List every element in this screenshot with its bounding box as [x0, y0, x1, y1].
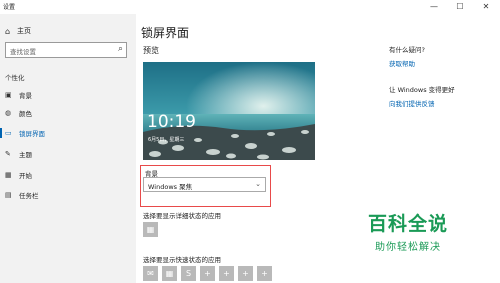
- sidebar-item-taskbar[interactable]: ▤ 任务栏: [0, 188, 136, 202]
- maximize-button[interactable]: ☐: [447, 0, 473, 14]
- quick-status-add-button[interactable]: +: [238, 266, 253, 281]
- sidebar: ⌂ 主页 查找设置 ⌕ 个性化 ▣ 背景 ◍ 颜色 ▭ 锁屏界面 ✎ 主题 ▦ …: [0, 14, 136, 283]
- skype-icon: S: [185, 269, 192, 278]
- get-help-link[interactable]: 获取帮助: [389, 58, 425, 68]
- picture-icon: ▣: [5, 91, 12, 99]
- lock-screen-time: 10:19: [147, 112, 196, 132]
- lock-screen-icon: ▭: [5, 129, 12, 137]
- quick-status-app-calendar[interactable]: ▦: [162, 266, 177, 281]
- search-input[interactable]: 查找设置 ⌕: [5, 42, 127, 58]
- plus-icon: +: [204, 269, 211, 278]
- background-dropdown[interactable]: Windows 聚焦 ⌄: [143, 177, 266, 192]
- sidebar-item-background[interactable]: ▣ 背景: [0, 88, 136, 102]
- title-bar: 设置 — ☐ ✕: [0, 0, 500, 14]
- watermark-title: 百科全说: [367, 213, 448, 235]
- quick-status-app-skype[interactable]: S: [181, 266, 196, 281]
- palette-icon: ◍: [5, 109, 12, 117]
- quick-status-add-button[interactable]: +: [257, 266, 272, 281]
- sidebar-item-label: 开始: [19, 172, 32, 180]
- improve-windows-label: 让 Windows 变得更好: [389, 86, 455, 94]
- watermark: 百科全说 助你轻松解决: [363, 209, 453, 253]
- close-button[interactable]: ✕: [473, 0, 499, 14]
- sidebar-item-label: 任务栏: [19, 192, 39, 200]
- sidebar-item-label: 锁屏界面: [19, 130, 45, 138]
- sidebar-item-label: 颜色: [19, 110, 32, 118]
- feedback-section: 让 Windows 变得更好 向我们提供反馈: [389, 84, 455, 108]
- plus-icon: +: [261, 269, 268, 278]
- sidebar-item-colors[interactable]: ◍ 颜色: [0, 106, 136, 120]
- calendar-icon: ▦: [146, 225, 155, 234]
- sidebar-home-label: 主页: [17, 27, 31, 35]
- help-question: 有什么疑问?: [389, 46, 425, 54]
- window-title: 设置: [3, 4, 16, 11]
- minimize-button[interactable]: —: [421, 0, 447, 14]
- quick-status-add-button[interactable]: +: [200, 266, 215, 281]
- lock-screen-date: 6月5日，星期三: [148, 137, 185, 143]
- sidebar-item-lock-screen[interactable]: ▭ 锁屏界面: [0, 126, 136, 140]
- quick-status-label: 选择要显示快速状态的应用: [143, 256, 221, 264]
- section-label: 个性化: [5, 74, 25, 82]
- start-icon: ▦: [5, 171, 12, 179]
- calendar-icon: ▦: [165, 269, 174, 278]
- preview-image: [143, 62, 315, 160]
- feedback-link[interactable]: 向我们提供反馈: [389, 98, 455, 108]
- background-dropdown-value: Windows 聚焦: [148, 183, 193, 191]
- plus-icon: +: [242, 269, 249, 278]
- brush-icon: ✎: [5, 150, 11, 158]
- sidebar-item-home[interactable]: ⌂ 主页: [5, 24, 31, 38]
- quick-status-add-button[interactable]: +: [219, 266, 234, 281]
- taskbar-icon: ▤: [5, 191, 12, 199]
- detailed-status-app-button[interactable]: ▦: [143, 222, 158, 237]
- sidebar-item-label: 主题: [19, 151, 32, 159]
- sidebar-item-themes[interactable]: ✎ 主题: [0, 147, 136, 161]
- plus-icon: +: [223, 269, 230, 278]
- watermark-subtitle: 助你轻松解决: [375, 242, 441, 253]
- page-title: 锁屏界面: [141, 26, 190, 40]
- lock-screen-preview: 10:19 6月5日，星期三: [143, 62, 315, 160]
- chevron-down-icon: ⌄: [255, 180, 261, 188]
- preview-label: 预览: [143, 46, 159, 55]
- quick-status-app-mail[interactable]: ✉: [143, 266, 158, 281]
- detailed-status-label: 选择要显示详细状态的应用: [143, 212, 221, 220]
- active-indicator: [0, 128, 2, 138]
- home-icon: ⌂: [5, 26, 11, 36]
- sidebar-item-start[interactable]: ▦ 开始: [0, 168, 136, 182]
- search-icon[interactable]: ⌕: [118, 44, 123, 54]
- help-section: 有什么疑问? 获取帮助: [389, 44, 425, 68]
- search-placeholder: 查找设置: [10, 48, 36, 56]
- mail-icon: ✉: [147, 269, 154, 278]
- sidebar-item-label: 背景: [19, 92, 32, 100]
